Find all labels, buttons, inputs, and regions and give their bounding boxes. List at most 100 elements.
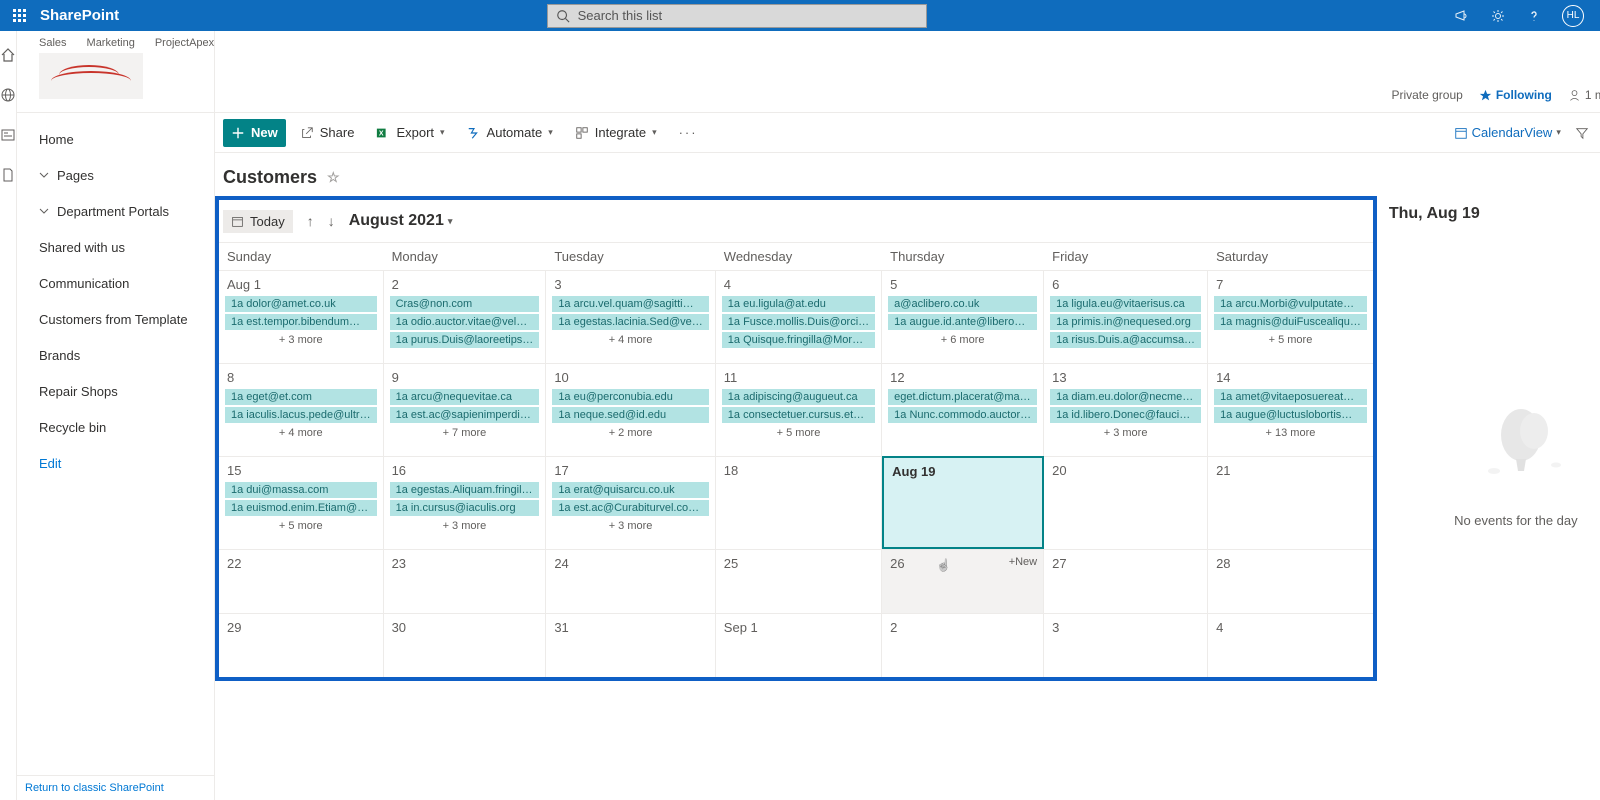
calendar-cell[interactable]: 30 (384, 613, 547, 677)
nav-shared-with-us[interactable]: Shared with us (17, 229, 214, 265)
calendar-cell[interactable]: 26+New☝ (882, 549, 1044, 613)
more-events[interactable]: + 4 more (223, 425, 379, 441)
nav-home[interactable]: Home (17, 121, 214, 157)
calendar-cell[interactable]: 18 (716, 456, 882, 549)
calendar-event[interactable]: 1a Fusce.mollis.Duis@orci… (722, 314, 875, 330)
hub-nav-item[interactable]: Sales (39, 37, 67, 49)
calendar-event[interactable]: 1a est.tempor.bibendum… (225, 314, 377, 330)
more-events[interactable]: + 5 more (1212, 332, 1369, 348)
month-picker[interactable]: August 2021 ▾ (349, 212, 453, 230)
calendar-event[interactable]: a@aclibero.co.uk (888, 296, 1037, 312)
calendar-cell[interactable]: 81a eget@et.com1a iaculis.lacus.pede@ult… (219, 363, 384, 456)
calendar-cell[interactable]: 28 (1208, 549, 1373, 613)
calendar-event[interactable]: 1a adipiscing@augueut.ca (722, 389, 875, 405)
calendar-cell[interactable]: Aug 19 (882, 456, 1044, 549)
calendar-event[interactable]: 1a dolor@amet.co.uk (225, 296, 377, 312)
calendar-event[interactable]: 1a augue@luctuslobortis… (1214, 407, 1367, 423)
calendar-cell[interactable]: 41a eu.ligula@at.edu1a Fusce.mollis.Duis… (716, 270, 882, 363)
share-button[interactable]: Share (292, 119, 363, 147)
calendar-cell[interactable]: 111a adipiscing@augueut.ca1a consectetue… (716, 363, 882, 456)
nav-pages[interactable]: Pages (17, 157, 214, 193)
nav-edit[interactable]: Edit (17, 445, 214, 481)
more-events[interactable]: + 3 more (223, 332, 379, 348)
calendar-cell[interactable]: 12eget.dictum.placerat@ma…1a Nunc.commod… (882, 363, 1044, 456)
calendar-cell[interactable]: 5a@aclibero.co.uk1a augue.id.ante@libero… (882, 270, 1044, 363)
calendar-cell[interactable]: 71a arcu.Morbi@vulputate…1a magnis@duiFu… (1208, 270, 1373, 363)
more-events[interactable]: + 3 more (388, 518, 542, 534)
calendar-event[interactable]: 1a diam.eu.dolor@necme… (1050, 389, 1201, 405)
members-button[interactable]: 1 member (1568, 88, 1600, 102)
calendar-event[interactable]: 1a risus.Duis.a@accumsa… (1050, 332, 1201, 348)
next-month-button[interactable]: ↓ (328, 213, 335, 229)
calendar-event[interactable]: 1a eget@et.com (225, 389, 377, 405)
calendar-cell[interactable]: 23 (384, 549, 547, 613)
calendar-event[interactable]: 1a est.ac@sapienimperdi… (390, 407, 540, 423)
nav-repair-shops[interactable]: Repair Shops (17, 373, 214, 409)
gear-icon[interactable] (1490, 8, 1506, 24)
calendar-cell[interactable]: 21 (1208, 456, 1373, 549)
calendar-cell[interactable]: 2 (882, 613, 1044, 677)
prev-month-button[interactable]: ↑ (307, 213, 314, 229)
follow-button[interactable]: Following (1479, 88, 1552, 102)
more-events[interactable]: + 4 more (550, 332, 710, 348)
calendar-cell[interactable]: Aug 11a dolor@amet.co.uk1a est.tempor.bi… (219, 270, 384, 363)
more-events[interactable]: + 2 more (550, 425, 710, 441)
calendar-cell[interactable]: 91a arcu@nequevitae.ca1a est.ac@sapienim… (384, 363, 547, 456)
nav-brands[interactable]: Brands (17, 337, 214, 373)
more-button[interactable]: ··· (671, 119, 706, 147)
more-events[interactable]: + 13 more (1212, 425, 1369, 441)
calendar-event[interactable]: eget.dictum.placerat@ma… (888, 389, 1037, 405)
automate-button[interactable]: Automate ▾ (459, 119, 561, 147)
app-launcher[interactable] (0, 0, 38, 31)
home-icon[interactable] (0, 47, 16, 63)
calendar-event[interactable]: 1a arcu.vel.quam@sagitti… (552, 296, 708, 312)
calendar-cell[interactable]: 25 (716, 549, 882, 613)
calendar-cell[interactable]: 171a erat@quisarcu.co.uk1a est.ac@Curabi… (546, 456, 715, 549)
calendar-event[interactable]: 1a in.cursus@iaculis.org (390, 500, 540, 516)
calendar-event[interactable]: 1a iaculis.lacus.pede@ultr… (225, 407, 377, 423)
view-selector[interactable]: CalendarView ▾ (1454, 125, 1561, 140)
filter-icon[interactable] (1575, 126, 1589, 140)
new-button[interactable]: New (223, 119, 286, 147)
integrate-button[interactable]: Integrate ▾ (567, 119, 665, 147)
more-events[interactable]: + 5 more (223, 518, 379, 534)
more-events[interactable]: + 6 more (886, 332, 1039, 348)
more-events[interactable]: + 3 more (550, 518, 710, 534)
globe-icon[interactable] (0, 87, 16, 103)
calendar-event[interactable]: 1a est.ac@Curabiturvel.co… (552, 500, 708, 516)
return-classic-link[interactable]: Return to classic SharePoint (17, 775, 214, 800)
search-box[interactable] (547, 4, 927, 28)
calendar-cell[interactable]: 101a eu@perconubia.edu1a neque.sed@id.ed… (546, 363, 715, 456)
news-icon[interactable] (0, 127, 16, 143)
hub-nav-item[interactable]: ProjectApex (155, 37, 214, 49)
calendar-event[interactable]: 1a euismod.enim.Etiam@… (225, 500, 377, 516)
calendar-event[interactable]: 1a Nunc.commodo.auctor… (888, 407, 1037, 423)
add-event-button[interactable]: +New (1009, 556, 1037, 568)
calendar-event[interactable]: 1a neque.sed@id.edu (552, 407, 708, 423)
calendar-event[interactable]: 1a id.libero.Donec@fauci… (1050, 407, 1201, 423)
more-events[interactable]: + 3 more (1048, 425, 1203, 441)
site-logo[interactable] (39, 53, 143, 99)
calendar-cell[interactable]: 20 (1044, 456, 1208, 549)
calendar-event[interactable]: 1a amet@vitaeposuereat… (1214, 389, 1367, 405)
calendar-cell[interactable]: 2Cras@non.com1a odio.auctor.vitae@vel…1a… (384, 270, 547, 363)
calendar-cell[interactable]: 27 (1044, 549, 1208, 613)
calendar-event[interactable]: Cras@non.com (390, 296, 540, 312)
calendar-event[interactable]: 1a ligula.eu@vitaerisus.ca (1050, 296, 1201, 312)
calendar-cell[interactable]: 3 (1044, 613, 1208, 677)
calendar-event[interactable]: 1a egestas.lacinia.Sed@ve… (552, 314, 708, 330)
calendar-event[interactable]: 1a purus.Duis@laoreetips… (390, 332, 540, 348)
search-input[interactable] (578, 8, 918, 23)
calendar-event[interactable]: 1a odio.auctor.vitae@vel… (390, 314, 540, 330)
nav-dept-portals[interactable]: Department Portals (17, 193, 214, 229)
calendar-cell[interactable]: 31a arcu.vel.quam@sagitti…1a egestas.lac… (546, 270, 715, 363)
calendar-event[interactable]: 1a augue.id.ante@libero… (888, 314, 1037, 330)
calendar-event[interactable]: 1a magnis@duiFuscealiqu… (1214, 314, 1367, 330)
calendar-event[interactable]: 1a egestas.Aliquam.fringil… (390, 482, 540, 498)
calendar-cell[interactable]: 151a dui@massa.com1a euismod.enim.Etiam@… (219, 456, 384, 549)
nav-customers-template[interactable]: Customers from Template (17, 301, 214, 337)
today-button[interactable]: Today (223, 210, 293, 233)
calendar-event[interactable]: 1a arcu.Morbi@vulputate… (1214, 296, 1367, 312)
megaphone-icon[interactable] (1454, 8, 1470, 24)
calendar-cell[interactable]: Sep 1 (716, 613, 882, 677)
